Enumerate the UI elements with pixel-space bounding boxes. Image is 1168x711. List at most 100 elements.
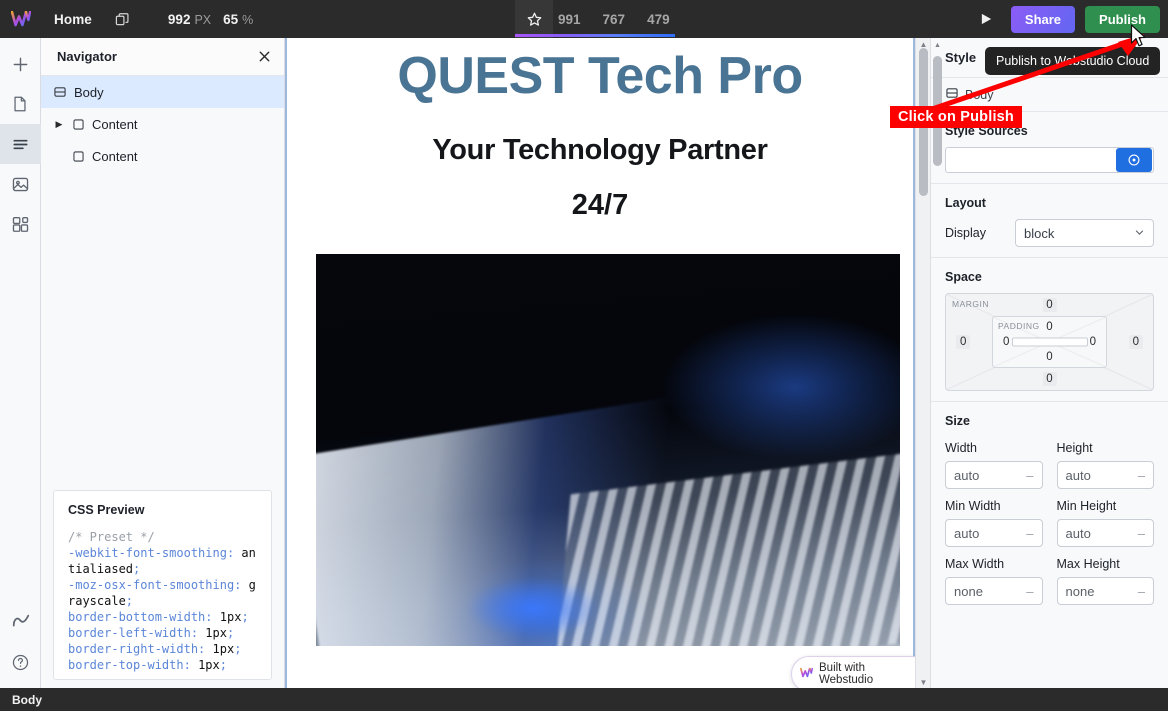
size-section: Size Width Height auto – auto – Min Width … bbox=[931, 402, 1168, 615]
rail-bottom-group bbox=[0, 602, 41, 682]
content-box-indicator bbox=[1011, 337, 1088, 347]
min-width-input[interactable]: auto – bbox=[945, 519, 1043, 547]
margin-left-value[interactable]: 0 bbox=[956, 335, 971, 349]
top-toolbar: Home 992 PX 65 % 991 767 479 Share Publi… bbox=[0, 0, 1168, 38]
dash-icon: – bbox=[1026, 467, 1034, 483]
css-preview-code: /* Preset */ -webkit-font-smoothing: ant… bbox=[68, 530, 256, 672]
help-icon[interactable] bbox=[0, 642, 41, 682]
margin-top-value[interactable]: 0 bbox=[1042, 298, 1057, 312]
css-preview-title: CSS Preview bbox=[68, 503, 145, 517]
tab-style[interactable]: Style bbox=[945, 50, 976, 65]
breakpoint-767[interactable]: 767 bbox=[603, 12, 626, 27]
built-with-webstudio-badge[interactable]: Built with Webstudio bbox=[791, 656, 930, 688]
css-line-comment: /* Preset */ bbox=[68, 530, 155, 544]
height-label: Height bbox=[1056, 441, 1093, 455]
page-heading[interactable]: QUEST Tech Pro bbox=[316, 38, 884, 102]
breakpoints-list: 991 767 479 bbox=[558, 0, 670, 38]
max-height-value: none bbox=[1065, 583, 1095, 599]
navigator-button[interactable] bbox=[0, 124, 41, 164]
add-element-button[interactable] bbox=[0, 44, 41, 84]
page-subheading[interactable]: Your Technology Partner bbox=[316, 134, 884, 167]
min-width-label: Min Width bbox=[945, 499, 1001, 513]
tree-item-label: Content bbox=[92, 116, 138, 132]
scroll-down-icon[interactable]: ▼ bbox=[916, 676, 931, 688]
publish-button[interactable]: Publish bbox=[1085, 5, 1160, 33]
webstudio-logo-icon[interactable] bbox=[0, 0, 42, 38]
css-value: 1px bbox=[205, 626, 227, 640]
width-value: auto bbox=[954, 467, 980, 483]
navigator-panel: Navigator Body ▶ Content Content CSS Pre… bbox=[41, 38, 285, 688]
margin-bottom-value[interactable]: 0 bbox=[1042, 372, 1057, 386]
height-value: auto bbox=[1065, 467, 1091, 483]
width-input[interactable]: auto – bbox=[945, 461, 1043, 489]
max-width-input[interactable]: none – bbox=[945, 577, 1043, 605]
padding-right-value[interactable]: 0 bbox=[1086, 335, 1100, 349]
hero-image[interactable] bbox=[316, 254, 900, 646]
scroll-up-icon[interactable]: ▲ bbox=[931, 40, 944, 50]
tree-item-content-1[interactable]: ▶ Content bbox=[41, 108, 284, 140]
layout-label: Layout bbox=[945, 196, 986, 210]
max-height-label: Max Height bbox=[1056, 557, 1120, 571]
chevron-right-icon[interactable]: ▶ bbox=[53, 119, 65, 130]
max-width-label: Max Width bbox=[945, 557, 1005, 571]
marketplace-icon[interactable] bbox=[0, 602, 41, 642]
padding-bottom-value[interactable]: 0 bbox=[1042, 350, 1056, 364]
padding-widget[interactable]: PADDING 0 0 0 0 bbox=[992, 316, 1107, 368]
duplicate-icon[interactable] bbox=[106, 12, 140, 27]
css-prop: border-top-width bbox=[68, 658, 184, 672]
status-bar: Body bbox=[0, 688, 1168, 711]
play-icon[interactable] bbox=[973, 12, 1001, 26]
zoom-value: 65 bbox=[223, 11, 239, 27]
star-icon[interactable] bbox=[515, 0, 553, 38]
dash-icon: – bbox=[1137, 467, 1145, 483]
css-prop: -webkit-font-smoothing bbox=[68, 546, 227, 560]
min-height-label: Min Height bbox=[1056, 499, 1117, 513]
breakpoint-991[interactable]: 991 bbox=[558, 12, 581, 27]
min-height-input[interactable]: auto – bbox=[1056, 519, 1154, 547]
target-icon[interactable] bbox=[1116, 148, 1152, 172]
height-input[interactable]: auto – bbox=[1056, 461, 1154, 489]
padding-tag: PADDING bbox=[998, 321, 1040, 331]
canvas-page-body[interactable]: QUEST Tech Pro Your Technology Partner 2… bbox=[285, 38, 915, 688]
components-button[interactable] bbox=[0, 204, 41, 244]
space-widget[interactable]: MARGIN 0 0 0 0 PADDING 0 0 0 0 bbox=[945, 293, 1154, 391]
tree-item-label: Content bbox=[92, 148, 138, 164]
padding-top-value[interactable]: 0 bbox=[1042, 320, 1056, 334]
canvas-scrollbar[interactable]: ▲ ▼ bbox=[915, 38, 930, 688]
share-button[interactable]: Share bbox=[1010, 5, 1076, 33]
canvas-viewport[interactable]: QUEST Tech Pro Your Technology Partner 2… bbox=[285, 38, 930, 688]
breakpoint-active-indicator bbox=[515, 34, 675, 37]
css-value: 1px bbox=[198, 658, 220, 672]
tree-item-content-2[interactable]: Content bbox=[41, 140, 284, 172]
box-icon bbox=[72, 118, 85, 131]
css-prop: border-left-width bbox=[68, 626, 191, 640]
css-prop: border-right-width bbox=[68, 642, 199, 656]
style-panel-scrollbar[interactable]: ▲ bbox=[931, 38, 944, 688]
dash-icon: – bbox=[1137, 583, 1145, 599]
tree-item-body[interactable]: Body bbox=[41, 76, 284, 108]
assets-button[interactable] bbox=[0, 164, 41, 204]
zoom-unit: % bbox=[242, 12, 254, 27]
home-button[interactable]: Home bbox=[42, 12, 106, 27]
display-row: Display block bbox=[945, 219, 1154, 247]
mouse-cursor-icon bbox=[1130, 24, 1147, 53]
css-prop: border-bottom-width bbox=[68, 610, 206, 624]
min-height-value: auto bbox=[1065, 525, 1091, 541]
pages-button[interactable] bbox=[0, 84, 41, 124]
canvas-dimensions[interactable]: 992 PX 65 % bbox=[168, 12, 253, 27]
layout-section: Layout Display block bbox=[931, 184, 1168, 258]
dash-icon: – bbox=[1137, 525, 1145, 541]
click-on-publish-callout: Click on Publish bbox=[890, 106, 1022, 128]
style-sources-field[interactable] bbox=[946, 148, 1116, 172]
css-value: 1px bbox=[212, 642, 235, 656]
max-height-input[interactable]: none – bbox=[1056, 577, 1154, 605]
style-sources-input[interactable] bbox=[945, 147, 1154, 173]
margin-right-value[interactable]: 0 bbox=[1128, 335, 1143, 349]
space-label: Space bbox=[945, 270, 982, 284]
close-icon[interactable] bbox=[257, 49, 272, 64]
display-select[interactable]: block bbox=[1015, 219, 1154, 247]
page-tagline[interactable]: 24/7 bbox=[316, 189, 884, 222]
breakpoint-479[interactable]: 479 bbox=[647, 12, 670, 27]
margin-tag: MARGIN bbox=[952, 299, 989, 309]
dash-icon: – bbox=[1026, 525, 1034, 541]
